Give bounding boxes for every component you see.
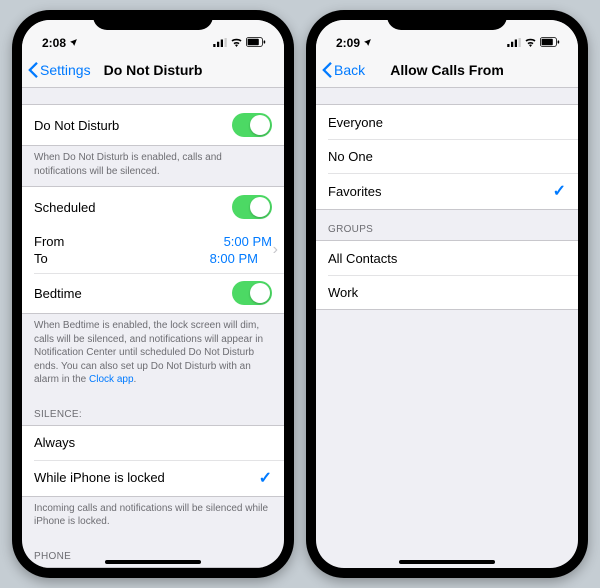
bedtime-label: Bedtime: [34, 286, 82, 301]
schedule-time-row[interactable]: From 5:00 PM › To 8:00 PM: [22, 227, 284, 273]
bedtime-row[interactable]: Bedtime: [22, 273, 284, 313]
option-label: Everyone: [328, 115, 383, 130]
silence-always-row[interactable]: Always: [22, 426, 284, 460]
status-time: 2:09: [336, 36, 360, 50]
dnd-toggle[interactable]: [232, 113, 272, 137]
option-label: All Contacts: [328, 251, 397, 266]
phone-right: 2:09 Back Allow: [306, 10, 588, 578]
nav-bar: Back Allow Calls From: [316, 52, 578, 88]
screen-left: 2:08 Settings Do: [22, 20, 284, 568]
scheduled-toggle[interactable]: [232, 195, 272, 219]
content-left[interactable]: Do Not Disturb When Do Not Disturb is en…: [22, 88, 284, 568]
from-label: From: [34, 234, 64, 249]
nav-back-label: Settings: [40, 62, 91, 78]
nav-back-button[interactable]: Back: [322, 62, 365, 78]
to-label: To: [34, 251, 48, 266]
bedtime-toggle[interactable]: [232, 281, 272, 305]
wifi-icon: [230, 36, 243, 50]
bedtime-footer: When Bedtime is enabled, the lock screen…: [22, 314, 284, 395]
dnd-footer: When Do Not Disturb is enabled, calls an…: [22, 146, 284, 186]
battery-icon: [540, 36, 560, 50]
silence-locked-label: While iPhone is locked: [34, 470, 165, 485]
home-indicator[interactable]: [105, 560, 201, 564]
scheduled-label: Scheduled: [34, 200, 95, 215]
checkmark-icon: ✓: [553, 181, 566, 201]
phone-left: 2:08 Settings Do: [12, 10, 294, 578]
nav-back-button[interactable]: Settings: [28, 62, 91, 78]
option-label: Favorites: [328, 184, 381, 199]
checkmark-icon: ✓: [259, 468, 272, 488]
option-favorites[interactable]: Favorites ✓: [316, 173, 578, 209]
location-icon: [69, 36, 78, 50]
to-value: 8:00 PM: [210, 251, 258, 266]
status-time: 2:08: [42, 36, 66, 50]
silence-footer: Incoming calls and notifications will be…: [22, 497, 284, 537]
notch: [93, 10, 213, 30]
location-icon: [363, 36, 372, 50]
option-everyone[interactable]: Everyone: [316, 105, 578, 139]
dnd-row[interactable]: Do Not Disturb: [22, 105, 284, 145]
silence-always-label: Always: [34, 435, 75, 450]
clock-app-link[interactable]: Clock app: [89, 374, 133, 385]
option-work[interactable]: Work: [316, 275, 578, 309]
cellular-icon: [213, 36, 227, 50]
dnd-label: Do Not Disturb: [34, 118, 119, 133]
notch: [387, 10, 507, 30]
option-label: Work: [328, 285, 358, 300]
battery-icon: [246, 36, 266, 50]
allow-calls-row[interactable]: Allow Calls From Favorites ›: [22, 568, 284, 569]
from-value: 5:00 PM: [224, 234, 272, 249]
silence-header: SILENCE:: [22, 395, 284, 425]
option-label: No One: [328, 149, 373, 164]
chevron-right-icon: ›: [273, 241, 278, 259]
scheduled-row[interactable]: Scheduled: [22, 187, 284, 227]
nav-bar: Settings Do Not Disturb: [22, 52, 284, 88]
screen-right: 2:09 Back Allow: [316, 20, 578, 568]
content-right[interactable]: Everyone No One Favorites ✓ GROUPS All C…: [316, 88, 578, 568]
home-indicator[interactable]: [399, 560, 495, 564]
nav-title: Allow Calls From: [390, 62, 504, 78]
option-no-one[interactable]: No One: [316, 139, 578, 173]
silence-locked-row[interactable]: While iPhone is locked ✓: [22, 460, 284, 496]
option-all-contacts[interactable]: All Contacts: [316, 241, 578, 275]
groups-header: GROUPS: [316, 210, 578, 240]
nav-back-label: Back: [334, 62, 365, 78]
nav-title: Do Not Disturb: [104, 62, 203, 78]
cellular-icon: [507, 36, 521, 50]
wifi-icon: [524, 36, 537, 50]
